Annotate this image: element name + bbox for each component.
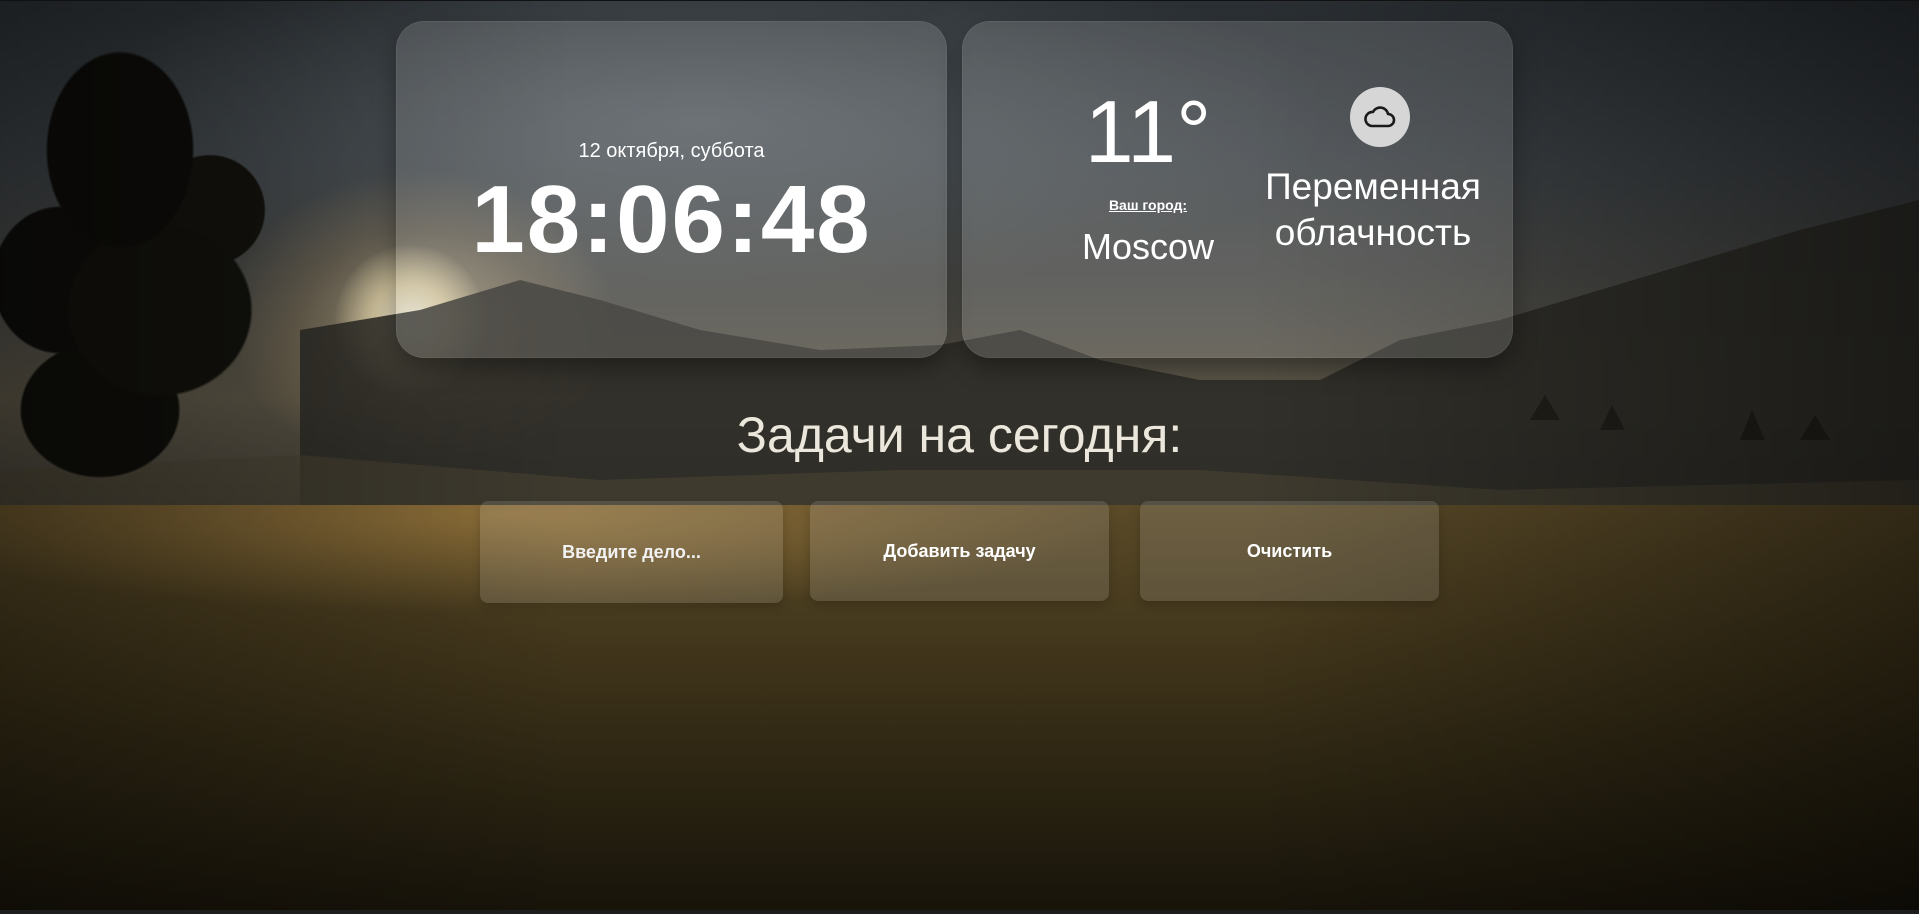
dashboard-page: 12 октября, суббота 18:06:48 11° Ваш гор… xyxy=(0,0,1919,914)
weather-condition: Переменная облачность xyxy=(1243,164,1503,256)
top-border xyxy=(0,0,1919,1)
weather-card: 11° Ваш город: Moscow Переменная облачно… xyxy=(962,21,1513,358)
tasks-heading: Задачи на сегодня: xyxy=(736,407,1183,463)
city-name: Moscow xyxy=(1081,226,1215,267)
add-task-button[interactable]: Добавить задачу xyxy=(810,501,1109,601)
clock-date: 12 октября, суббота xyxy=(578,140,765,162)
temperature: 11° xyxy=(1084,82,1212,181)
weather-condition-line2: облачность xyxy=(1274,212,1472,253)
cloud-icon xyxy=(1350,87,1410,147)
task-input[interactable] xyxy=(480,501,783,603)
clear-button[interactable]: Очистить xyxy=(1140,501,1439,601)
clock-time: 18:06:48 xyxy=(471,166,872,273)
clock-card: 12 октября, суббота 18:06:48 xyxy=(396,21,947,358)
bottom-border xyxy=(0,910,1919,914)
weather-condition-line1: Переменная xyxy=(1265,166,1481,207)
city-caption: Ваш город: xyxy=(1108,197,1188,213)
